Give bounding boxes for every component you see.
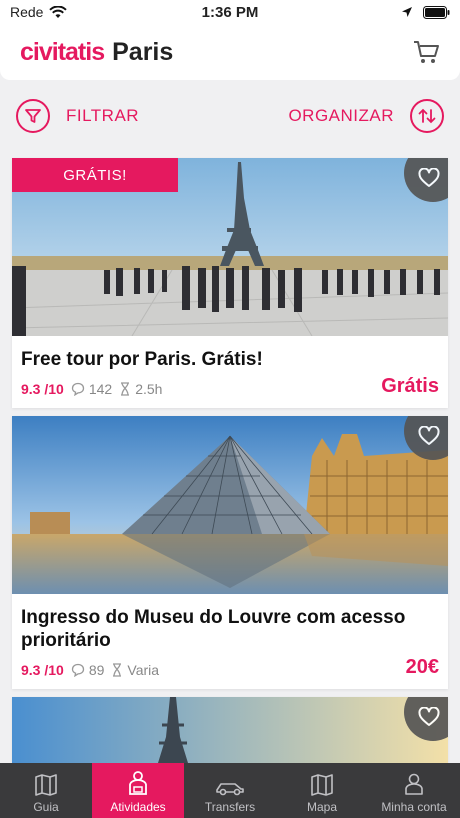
sort-button[interactable] [410, 99, 444, 133]
location-arrow-icon [402, 7, 412, 17]
heart-icon [418, 707, 440, 726]
user-icon [405, 773, 423, 795]
eiffel-tower-photo [12, 697, 448, 763]
filter-label[interactable]: FILTRAR [66, 106, 139, 126]
bottom-tab-bar: Guia Atividades Transfers Mapa Minha con… [0, 763, 460, 818]
tab-label: Guia [33, 800, 59, 814]
duration: 2.5h [135, 381, 163, 397]
activity-photo: GRÁTIS! [12, 158, 448, 336]
louvre-pyramid-photo [12, 416, 448, 594]
wifi-icon [49, 5, 68, 18]
tab-minha-conta[interactable]: Minha conta [368, 763, 460, 818]
heart-icon [418, 168, 440, 187]
tab-atividades[interactable]: Atividades [92, 763, 184, 818]
duration: Varia [127, 662, 160, 678]
review-count: 142 [88, 381, 113, 397]
tab-label: Atividades [110, 800, 166, 814]
tab-label: Mapa [306, 800, 338, 814]
carrier-label: Rede [10, 4, 44, 20]
price: 20€ [405, 656, 439, 678]
guide-person-icon [129, 771, 147, 795]
map-icon [311, 774, 333, 796]
hourglass-icon [119, 382, 131, 396]
status-time: 1:36 PM [201, 3, 259, 21]
activity-meta: 9.3 /10 89 Varia [21, 661, 439, 679]
activity-photo [12, 416, 448, 594]
tab-guia[interactable]: Guia [0, 763, 92, 818]
battery-icon [423, 5, 450, 19]
status-bar: Rede 1:36 PM [0, 0, 460, 24]
filter-button[interactable] [16, 99, 50, 133]
cart-icon[interactable] [412, 38, 440, 66]
activity-meta: 9.3 /10 142 2.5h [21, 380, 439, 398]
activity-photo [12, 697, 448, 763]
car-icon [216, 783, 244, 796]
tab-transfers[interactable]: Transfers [184, 763, 276, 818]
activity-card[interactable]: GRÁTIS! Free tour por Paris. Grátis! 9.3… [12, 158, 448, 408]
tab-mapa[interactable]: Mapa [276, 763, 368, 818]
rating: 9.3 /10 [21, 662, 64, 678]
hourglass-icon [111, 663, 123, 677]
activity-card[interactable] [12, 697, 448, 763]
comment-icon [71, 663, 85, 677]
rating: 9.3 /10 [21, 381, 64, 397]
free-badge: GRÁTIS! [12, 158, 178, 192]
funnel-icon [25, 109, 41, 123]
activity-title[interactable]: Free tour por Paris. Grátis! [21, 348, 439, 371]
book-icon [35, 774, 57, 796]
tab-label: Minha conta [381, 800, 447, 814]
app-header: civitatis Paris [0, 24, 460, 80]
sort-label[interactable]: ORGANIZAR [288, 106, 394, 126]
sort-arrows-icon [418, 108, 436, 124]
filter-sort-bar: FILTRAR ORGANIZAR [0, 88, 460, 144]
review-count: 89 [88, 662, 105, 678]
tab-label: Transfers [204, 800, 256, 814]
page-title: Paris [112, 37, 174, 66]
activity-title[interactable]: Ingresso do Museu do Louvre com acesso p… [21, 606, 439, 652]
brand-logo[interactable]: civitatis [20, 38, 105, 67]
heart-icon [418, 426, 440, 445]
comment-icon [71, 382, 85, 396]
price: Grátis [381, 375, 439, 397]
activity-card[interactable]: Ingresso do Museu do Louvre com acesso p… [12, 416, 448, 689]
